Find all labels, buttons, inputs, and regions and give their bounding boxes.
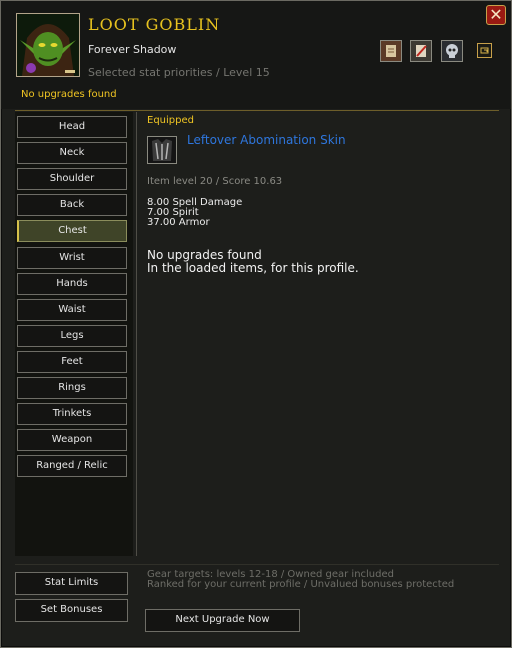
goblin-portrait-icon <box>17 14 79 76</box>
goblin-portrait <box>16 13 80 77</box>
sidebar-divider <box>136 112 137 556</box>
skull-icon[interactable] <box>441 40 463 62</box>
paper-icon[interactable] <box>380 40 402 62</box>
stat-limits-button[interactable]: Stat Limits <box>15 572 128 595</box>
header-divider <box>15 110 499 111</box>
slot-back-button[interactable]: Back <box>17 194 127 216</box>
slot-rings-button[interactable]: Rings <box>17 377 127 399</box>
loot-goblin-window: LOOT GOBLIN Forever Shadow Selected stat… <box>0 0 512 648</box>
slot-head-button[interactable]: Head <box>17 116 127 138</box>
profile-name: Forever Shadow <box>88 43 177 56</box>
footer-divider <box>15 564 499 565</box>
close-button[interactable]: ✕ <box>486 5 506 25</box>
slot-neck-button[interactable]: Neck <box>17 142 127 164</box>
header: LOOT GOBLIN Forever Shadow Selected stat… <box>1 1 511 109</box>
slot-sidebar: Head Neck Shoulder Back Chest Wrist Hand… <box>15 112 133 556</box>
slot-chest-button[interactable]: Chest <box>17 220 127 242</box>
slot-ranged-relic-button[interactable]: Ranged / Relic <box>17 455 127 477</box>
slot-legs-button[interactable]: Legs <box>17 325 127 347</box>
window-title: LOOT GOBLIN <box>88 15 221 34</box>
slot-feet-button[interactable]: Feet <box>17 351 127 373</box>
slot-weapon-button[interactable]: Weapon <box>17 429 127 451</box>
settings-icon[interactable] <box>477 43 492 58</box>
slot-waist-button[interactable]: Waist <box>17 299 127 321</box>
no-upgrades-message: No upgrades found <box>147 248 262 262</box>
slot-shoulder-button[interactable]: Shoulder <box>17 168 127 190</box>
stat-line: 37.00 Armor <box>147 217 210 228</box>
next-upgrade-button[interactable]: Next Upgrade Now <box>145 609 300 632</box>
slot-wrist-button[interactable]: Wrist <box>17 247 127 269</box>
chest-armor-icon[interactable] <box>147 136 177 164</box>
item-name-link[interactable]: Leftover Abomination Skin <box>187 133 346 147</box>
ranking-note: Ranked for your current profile / Unvalu… <box>147 579 455 590</box>
scroll-icon[interactable] <box>410 40 432 62</box>
slot-hands-button[interactable]: Hands <box>17 273 127 295</box>
no-upgrades-detail: In the loaded items, for this profile. <box>147 261 359 275</box>
stat-priorities-text: Selected stat priorities / Level 15 <box>88 66 270 79</box>
item-score: Item level 20 / Score 10.63 <box>147 176 283 187</box>
upgrade-status: No upgrades found <box>21 89 117 100</box>
slot-trinkets-button[interactable]: Trinkets <box>17 403 127 425</box>
equipped-label: Equipped <box>147 115 194 126</box>
set-bonuses-button[interactable]: Set Bonuses <box>15 599 128 622</box>
equipped-panel: Equipped Leftover Abomination Skin Item … <box>147 115 497 315</box>
